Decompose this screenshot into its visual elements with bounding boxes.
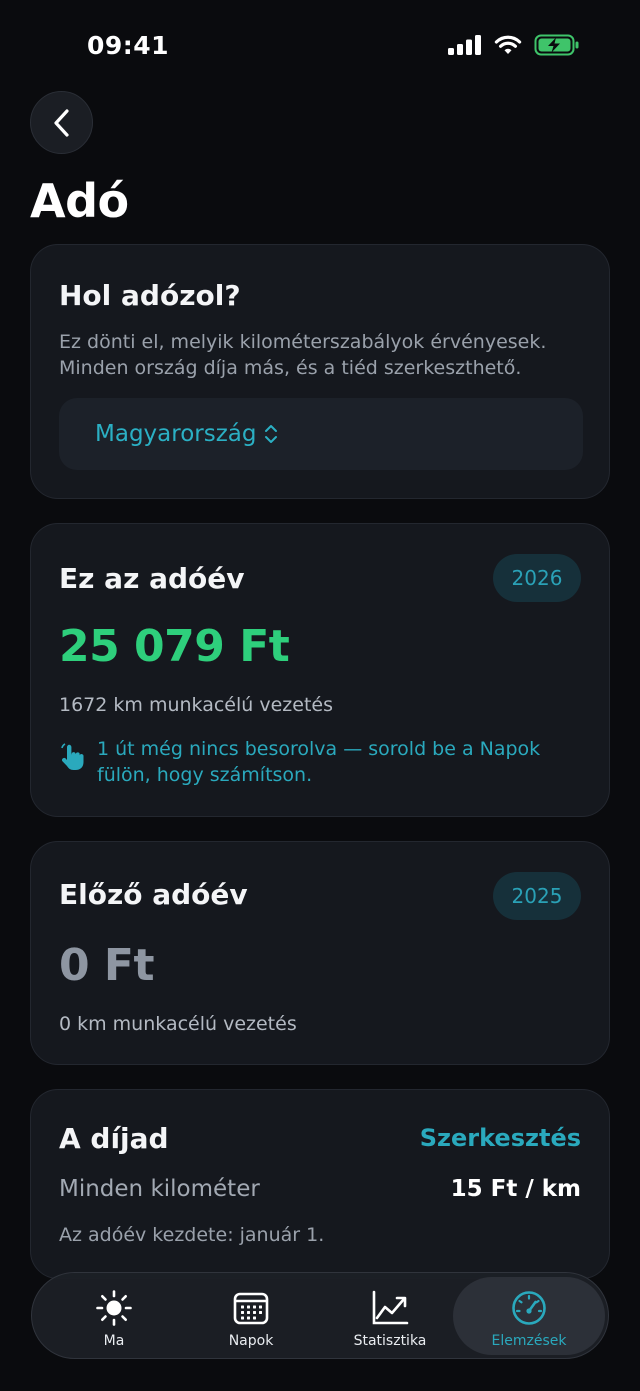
previous-year-distance: 0 km munkacélú vezetés	[59, 1013, 297, 1035]
tab-statisztika-label: Statisztika	[353, 1333, 427, 1349]
country-picker-value: Magyarország	[95, 421, 257, 447]
chart-icon	[372, 1290, 409, 1325]
hand-tap-icon	[61, 743, 84, 770]
chevron-left-icon	[53, 108, 69, 137]
tab-elemzesek-label: Elemzések	[491, 1333, 567, 1349]
previous-year-amount: 0 Ft	[59, 940, 155, 991]
unclassified-trip-notice[interactable]: 1 út még nincs besorolva — sorold be a N…	[59, 736, 579, 788]
previous-tax-year-card: Előző adóév 2025 0 Ft 0 km munkacélú vez…	[30, 841, 610, 1065]
unclassified-trip-notice-text: 1 út még nincs besorolva — sorold be a N…	[97, 738, 541, 786]
battery-charging-icon	[534, 34, 579, 56]
tax-country-description: Ez dönti el, melyik kilométerszabályok é…	[59, 331, 547, 379]
screen: 09:41 Adó Hol adózol? Ez dönti el, melyi…	[0, 0, 640, 1391]
tab-napok[interactable]: Napok	[181, 1277, 321, 1355]
tab-ma-label: Ma	[103, 1333, 125, 1349]
rate-value: 15 Ft / km	[450, 1176, 581, 1202]
edit-rate-button[interactable]: Szerkesztés	[420, 1124, 581, 1152]
tax-year-start: Az adóév kezdete: január 1.	[59, 1224, 325, 1246]
current-year-amount: 25 079 Ft	[59, 621, 290, 672]
rate-title: A díjad	[59, 1122, 169, 1155]
back-button[interactable]	[30, 91, 93, 154]
tab-napok-label: Napok	[228, 1333, 274, 1349]
current-year-distance: 1672 km munkacélú vezetés	[59, 694, 333, 716]
sun-icon	[96, 1290, 132, 1326]
tab-ma[interactable]: Ma	[44, 1277, 184, 1355]
rate-card: A díjad Szerkesztés Minden kilométer 15 …	[30, 1089, 610, 1279]
gauge-icon	[512, 1291, 546, 1325]
cellular-signal-icon	[448, 35, 481, 55]
status-icons	[448, 34, 580, 56]
country-picker[interactable]: Magyarország	[59, 398, 583, 470]
wifi-icon	[494, 35, 522, 54]
page-title: Adó	[30, 174, 129, 228]
current-tax-year-card: Ez az adóév 2026 25 079 Ft 1672 km munka…	[30, 523, 610, 817]
previous-year-badge: 2025	[493, 872, 581, 920]
status-time: 09:41	[87, 31, 170, 60]
calendar-icon	[233, 1292, 269, 1325]
rate-label: Minden kilométer	[59, 1176, 260, 1202]
tax-country-title: Hol adózol?	[59, 279, 241, 312]
previous-year-title: Előző adóév	[59, 878, 248, 911]
tab-statisztika[interactable]: Statisztika	[320, 1277, 460, 1355]
tax-country-card: Hol adózol? Ez dönti el, melyik kilométe…	[30, 244, 610, 499]
tab-elemzesek[interactable]: Elemzések	[453, 1277, 605, 1355]
current-year-badge: 2026	[493, 554, 581, 602]
chevron-up-down-icon	[265, 425, 278, 443]
tab-bar: Ma Napok Statisztika Elemzések	[31, 1272, 609, 1359]
current-year-title: Ez az adóév	[59, 562, 245, 595]
